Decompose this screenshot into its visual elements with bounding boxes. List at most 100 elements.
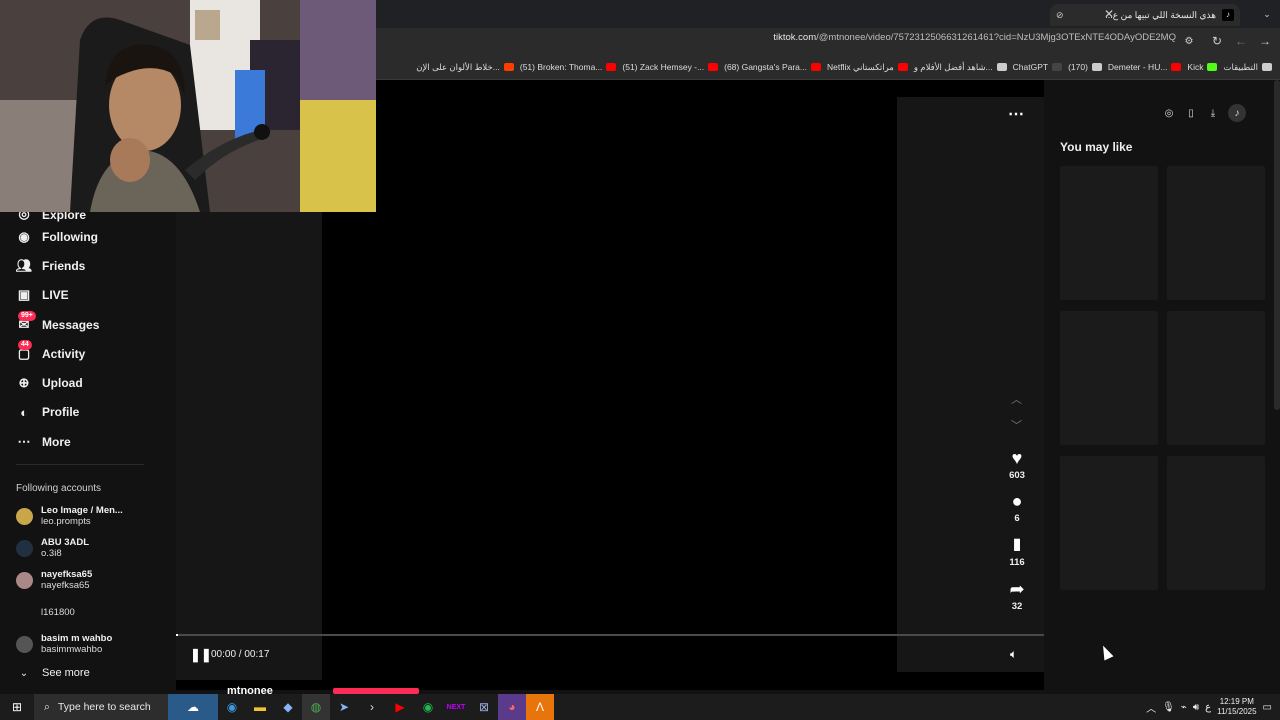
profile-avatar-icon[interactable]: ♪ bbox=[1228, 104, 1246, 122]
next-video-icon[interactable]: ﹀ bbox=[1011, 417, 1022, 433]
bookmark-item[interactable]: Kick bbox=[1187, 62, 1218, 72]
video-player[interactable] bbox=[322, 80, 898, 680]
youtube-icon[interactable]: ▶ bbox=[386, 694, 414, 720]
weather-widget-icon[interactable]: ☁ bbox=[168, 694, 218, 720]
app-icon[interactable]: ➤ bbox=[330, 694, 358, 720]
bookmark-item[interactable]: (51) Broken: Thoma... bbox=[520, 62, 617, 72]
recommended-video-tile[interactable] bbox=[1167, 456, 1265, 590]
recommended-video-tile[interactable] bbox=[1060, 166, 1158, 300]
following-account-item[interactable]: ABU 3ADL o.3i8 bbox=[0, 532, 176, 564]
nav-list: ◉ Following 👥︎ Friends ▣ LIVE ✉ 99+ Messages ▢ 44 A… bbox=[0, 222, 176, 456]
url-text[interactable]: tiktok.com/@mtnonee/video/75723125066312… bbox=[773, 32, 1176, 43]
taskbar: ⊞ ⌕ Type here to search ☁ ◉ ▬ ◆ ◍ ➤ › ▶ … bbox=[0, 694, 1280, 720]
active-tab[interactable]: ♪ هذي النسخة اللي تبيها من ع... ⊘ bbox=[1050, 4, 1240, 26]
spotify-icon[interactable]: ◉ bbox=[414, 694, 442, 720]
scrollbar[interactable] bbox=[1274, 80, 1280, 410]
url-path: /@mtnonee/video/7572312506631261461?cid=… bbox=[816, 32, 1176, 43]
file-explorer-icon[interactable]: ▬ bbox=[246, 694, 274, 720]
bookmark-item[interactable]: خلاط الألوان على الإن... bbox=[416, 62, 514, 73]
sidebar-item-following[interactable]: ◉ Following bbox=[0, 222, 176, 251]
close-tab-icon[interactable]: ✕ bbox=[1100, 5, 1118, 23]
sidebar-item-profile[interactable]: ◐ Profile bbox=[0, 398, 176, 427]
comment-button[interactable]: ● 6 bbox=[997, 491, 1037, 524]
taskbar-search-box[interactable]: ⌕ Type here to search bbox=[34, 694, 168, 720]
forward-button[interactable]: ← bbox=[1232, 32, 1250, 50]
sidebar-item-friends[interactable]: 👥︎ Friends bbox=[0, 251, 176, 280]
steam-icon[interactable]: ◆ bbox=[274, 694, 302, 720]
following-account-item[interactable]: Leo Image / Men... leo.prompts bbox=[0, 500, 176, 532]
notifications-icon[interactable]: ▭ bbox=[1263, 702, 1272, 713]
sidebar-item-upload[interactable]: ⊕ Upload bbox=[0, 368, 176, 397]
volume-tray-icon[interactable]: 🔊︎ bbox=[1193, 702, 1199, 713]
pause-icon[interactable]: ❚❚ bbox=[190, 647, 212, 663]
bookmark-item[interactable]: التطبيقات bbox=[1223, 62, 1272, 73]
bookmark-item[interactable]: (51) Zack Hemsey -... bbox=[622, 62, 719, 72]
bookmark-label: خلاط الألوان على الإن... bbox=[416, 61, 500, 72]
bookmark-label: (170) bbox=[1068, 62, 1088, 72]
chrome-icon[interactable]: ◍ bbox=[302, 694, 330, 720]
previous-video-icon[interactable]: ︿ bbox=[1011, 391, 1022, 407]
share-button[interactable]: ➦ 32 bbox=[997, 579, 1037, 612]
recommended-video-tile[interactable] bbox=[1167, 311, 1265, 445]
terminal-icon[interactable]: › bbox=[358, 694, 386, 720]
language-indicator[interactable]: ع bbox=[1205, 702, 1211, 713]
sidebar-item-more[interactable]: ⋯ More bbox=[0, 427, 176, 456]
author-name[interactable]: mtnonee bbox=[227, 685, 273, 694]
microphone-icon[interactable]: 🎙︎ bbox=[1162, 702, 1175, 713]
sidebar-item-label: Messages bbox=[42, 317, 100, 332]
network-icon[interactable]: ⌁ bbox=[1181, 702, 1187, 713]
windows-start-icon[interactable]: ⊞ bbox=[0, 694, 34, 720]
following-accounts-title: Following accounts bbox=[16, 483, 102, 495]
app-window-icon[interactable]: ⊠ bbox=[470, 694, 498, 720]
clock-date: 11/15/2025 bbox=[1217, 707, 1257, 716]
volume-icon[interactable]: 🔈︎ bbox=[1010, 647, 1017, 662]
recommended-video-tile[interactable] bbox=[1167, 166, 1265, 300]
bookmark-item[interactable]: Netflix مراتكستاني bbox=[827, 62, 908, 73]
you-may-like-title: You may like bbox=[1060, 140, 1133, 154]
avatar bbox=[16, 635, 33, 653]
sidebar-item-messages[interactable]: ✉ 99+ Messages bbox=[0, 310, 176, 339]
following-account-item[interactable]: basim m wahbo basimmwahbo bbox=[0, 628, 176, 660]
sidebar-item-label: Upload bbox=[42, 376, 83, 391]
see-more-button[interactable]: ⌄ See more bbox=[0, 660, 176, 686]
save-count: 116 bbox=[1009, 557, 1025, 568]
comment-icon: ● bbox=[1011, 491, 1023, 511]
app-orange-icon[interactable]: Λ bbox=[526, 694, 554, 720]
device-icon[interactable]: ▯ bbox=[1184, 106, 1198, 120]
back-button[interactable]: → bbox=[1256, 32, 1274, 50]
site-settings-icon[interactable]: ⚙ bbox=[1180, 32, 1198, 50]
sidebar-item-activity[interactable]: ▢ 44 Activity bbox=[0, 339, 176, 368]
bookmark-icon: ▮ bbox=[1012, 536, 1022, 553]
save-button[interactable]: ▮ 116 bbox=[997, 535, 1037, 568]
avatar bbox=[16, 507, 33, 525]
sidebar-item-live[interactable]: ▣ LIVE bbox=[0, 281, 176, 310]
download-icon[interactable]: ⤓ bbox=[1206, 106, 1220, 120]
bookmark-item[interactable]: شاهد أفضل الأفلام و... bbox=[914, 62, 1007, 73]
more-options-icon[interactable]: ⋯ bbox=[1008, 104, 1025, 124]
mute-tab-icon[interactable]: ⊘ bbox=[1056, 10, 1064, 21]
search-placeholder: Type here to search bbox=[57, 701, 151, 713]
discord-icon[interactable]: ◕ bbox=[498, 694, 526, 720]
like-button[interactable]: ♥ 603 bbox=[997, 448, 1037, 481]
account-name: Leo Image / Men... bbox=[41, 505, 123, 517]
video-progress-bar[interactable] bbox=[176, 634, 1044, 636]
coins-icon[interactable]: ◎ bbox=[1162, 106, 1176, 120]
bookmark-item[interactable]: ChatGPT bbox=[1013, 62, 1063, 72]
bookmark-item[interactable]: (68) Gangsta's Para... bbox=[724, 62, 821, 72]
globe-icon bbox=[996, 63, 1007, 71]
video-info-strip: mtnonee bbox=[176, 684, 1044, 694]
chevron-up-icon[interactable]: ︿ bbox=[1146, 700, 1156, 715]
bookmark-item[interactable]: Demeter - HU... bbox=[1108, 62, 1182, 72]
bookmark-item[interactable]: (170) bbox=[1068, 62, 1102, 72]
recommended-video-tile[interactable] bbox=[1060, 456, 1158, 590]
recommended-video-tile[interactable] bbox=[1060, 311, 1158, 445]
following-account-item[interactable]: l161800 bbox=[0, 596, 176, 628]
share-count: 32 bbox=[1011, 601, 1023, 612]
edge-icon[interactable]: ◉ bbox=[218, 694, 246, 720]
tab-search-icon[interactable]: ⌄ bbox=[1258, 5, 1276, 23]
reload-button[interactable]: ↻ bbox=[1208, 32, 1226, 50]
clock[interactable]: 12:19 PM 11/15/2025 bbox=[1217, 697, 1256, 717]
following-account-item[interactable]: nayefksa65 nayefksa65 bbox=[0, 564, 176, 596]
youtube-icon bbox=[606, 63, 617, 71]
next-app-icon[interactable]: NEXT bbox=[442, 694, 470, 720]
